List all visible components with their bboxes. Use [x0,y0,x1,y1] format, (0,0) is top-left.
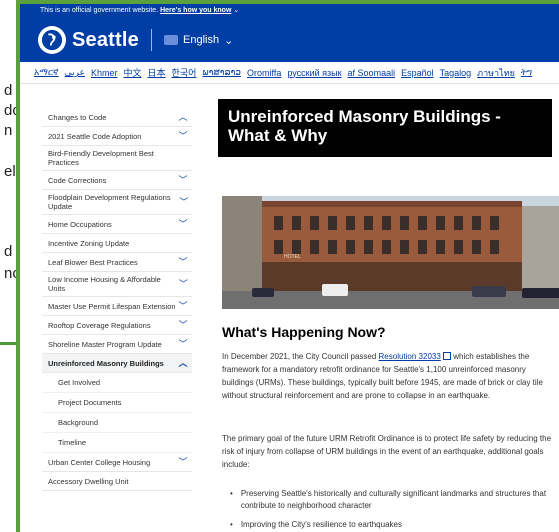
seattle-gov-page: This is an official government website. … [16,0,559,532]
list-item-text: Preserving Seattle's historically and cu… [240,489,547,510]
section-heading: What's Happening Now? [222,324,386,340]
sidebar-item-label: Urban Center College Housing [48,457,151,467]
list-item: Improving the City's resilience to earth… [230,519,550,531]
sidebar-item-home-occupations[interactable]: Home Occupations ﹀ [42,215,192,234]
chevron-down-icon[interactable]: ﹀ [176,175,190,185]
sidebar-item-changes-to-code[interactable]: Changes to Code ︿ [42,108,192,127]
gov-banner-link[interactable]: Here's how you know [160,7,231,14]
language-link[interactable]: ພາສາລາວ [202,67,241,78]
external-link-icon[interactable] [443,352,452,360]
sidebar-item-label: Changes to Code [48,112,107,122]
sidebar-item-rooftop-coverage[interactable]: Rooftop Coverage Regulations ﹀ [42,316,192,335]
sidebar-nav: Changes to Code ︿ 2021 Seattle Code Adopt… [42,108,192,491]
paragraph-text: In December 2021, the City Council passe… [222,352,379,361]
chevron-down-icon[interactable]: ﹀ [176,257,190,267]
background-text: el [4,163,16,180]
sidebar-item-unreinforced-masonry[interactable]: Unreinforced Masonry Buildings ︿ [42,354,192,373]
background-text: d [4,82,13,99]
sidebar-item-low-income-housing[interactable]: Low Income Housing & Affordable Units ﹀ [42,272,192,297]
list-item: Preserving Seattle's historically and cu… [230,488,550,512]
language-link[interactable]: Oromiffa [247,68,281,78]
sidebar-item-incentive-zoning[interactable]: Incentive Zoning Update [42,234,192,253]
sidebar-item-label: Low Income Housing & Affordable Units [48,275,161,293]
chevron-down-icon[interactable]: ﹀ [176,131,190,141]
header-divider [151,29,152,51]
sidebar-item-code-corrections[interactable]: Code Corrections ﹀ [42,171,192,190]
language-link[interactable]: русский язык [287,68,341,78]
sidebar-item-label: Accessory Dwelling Unit [48,476,129,486]
sidebar-subitem-background[interactable]: Background [42,413,192,433]
sidebar-subitem-project-documents[interactable]: Project Documents [42,393,192,413]
sidebar-item-urban-center-housing[interactable]: Urban Center College Housing ﹀ [42,453,192,472]
chevron-down-icon[interactable]: ﹀ [176,301,190,311]
language-link[interactable]: Tagalog [440,68,472,78]
building-photo-graphic: HOTEL [222,196,559,309]
language-link[interactable]: አማርኛ [34,67,59,78]
seattle-logo-icon[interactable] [38,26,66,54]
chevron-down-icon[interactable]: ﹀ [176,457,190,467]
sidebar-item-label: Incentive Zoning Update [48,238,130,248]
sidebar-item-floodplain[interactable]: Floodplain Development Regulations Updat… [42,190,192,215]
sidebar-item-bird-friendly[interactable]: Bird-Friendly Development Best Practices [42,146,192,171]
sidebar-item-leaf-blower[interactable]: Leaf Blower Best Practices ﹀ [42,253,192,272]
list-item-text: Improving the City's resilience to earth… [240,520,402,529]
seattle-logo-graphic [41,29,63,51]
chevron-down-icon[interactable]: ﹀ [176,320,190,330]
background-text: n [4,122,13,139]
language-links-bar: አማርኛ عربي Khmer 中文 日本 한국어 ພາສາລາວ Oromif… [20,62,559,84]
chevron-down-icon[interactable]: ﹀ [176,279,190,289]
language-link[interactable]: ภาษาไทย [477,66,515,80]
background-text: d [4,243,13,260]
language-link[interactable]: 中文 [124,66,142,79]
paragraph-intro: In December 2021, the City Council passe… [222,350,554,402]
chevron-down-icon[interactable]: ﹀ [176,219,190,229]
language-link[interactable]: ትግ [521,67,532,78]
language-link[interactable]: Khmer [91,68,118,78]
screenshot-stage: c d do n el d no This is an official gov… [0,0,559,532]
sidebar-item-master-use-permit[interactable]: Master Use Permit Lifespan Extension ﹀ [42,297,192,316]
language-selector[interactable]: English ⌄ [164,34,233,47]
chevron-up-icon[interactable]: ︿ [176,112,190,122]
sidebar-subitem-get-involved[interactable]: Get Involved [42,373,192,393]
language-link[interactable]: af Soomaali [348,68,396,78]
sidebar-item-label: Master Use Permit Lifespan Extension [48,301,176,311]
chevron-down-icon[interactable]: ﹀ [176,339,190,349]
gov-banner: This is an official government website. … [20,4,559,18]
sidebar-item-label: Home Occupations [48,219,112,229]
hotel-sign: HOTEL [284,254,301,260]
sidebar-item-label: Unreinforced Masonry Buildings [48,358,164,368]
sidebar-item-2021-code-adoption[interactable]: 2021 Seattle Code Adoption ﹀ [42,127,192,146]
sidebar-item-label: Bird-Friendly Development Best Practices [48,149,154,167]
language-link[interactable]: 日本 [148,66,166,79]
paragraph-goals: The primary goal of the future URM Retro… [222,434,552,469]
resolution-link[interactable]: Resolution 32033 [379,352,441,361]
goals-list: Preserving Seattle's historically and cu… [230,488,550,532]
sidebar-item-label: Code Corrections [48,175,107,185]
masonry-building-photo: HOTEL [222,196,559,309]
chevron-down-icon[interactable]: ﹀ [178,197,190,207]
site-header: Seattle English ⌄ [20,18,559,62]
translate-icon [164,35,178,45]
sidebar-item-label: Rooftop Coverage Regulations [48,320,151,330]
sidebar-item-shoreline[interactable]: Shoreline Master Program Update ﹀ [42,335,192,354]
site-logo-text[interactable]: Seattle [72,29,139,52]
language-selector-label: English [183,34,220,46]
chevron-up-icon[interactable]: ︿ [176,358,190,368]
sidebar-item-label: 2021 Seattle Code Adoption [48,131,142,141]
page-title: Unreinforced Masonry Buildings - What & … [218,99,552,157]
sidebar-item-label: Floodplain Development Regulations Updat… [48,193,171,211]
sidebar-item-accessory-dwelling[interactable]: Accessory Dwelling Unit [42,472,192,491]
language-link[interactable]: 한국어 [172,66,197,79]
gov-banner-text: This is an official government website. [40,7,159,14]
chevron-down-icon: ⌄ [224,34,234,47]
sidebar-subitem-timeline[interactable]: Timeline [42,433,192,453]
language-link[interactable]: Español [401,68,434,78]
sidebar-item-label: Shoreline Master Program Update [48,339,162,349]
language-link[interactable]: عربي [65,67,85,78]
chevron-down-icon: ⌄ [233,7,240,14]
sidebar-item-label: Leaf Blower Best Practices [48,257,138,267]
